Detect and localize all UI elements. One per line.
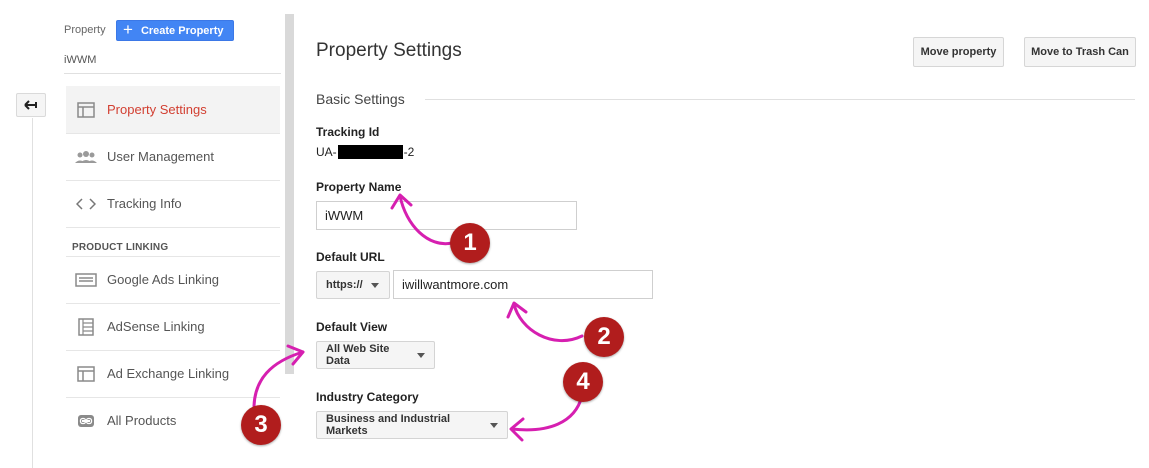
- sidebar-item-ad-exchange-linking[interactable]: Ad Exchange Linking: [66, 350, 280, 397]
- annotation-badge-3: 3: [241, 405, 281, 445]
- annotation-arrowhead-2: [506, 301, 528, 319]
- sidebar-scrollbar[interactable]: [285, 14, 294, 374]
- rail-line: [32, 118, 33, 468]
- sidebar-item-user-management[interactable]: User Management: [66, 133, 280, 180]
- page-title: Property Settings: [316, 40, 462, 61]
- sidebar-item-label: All Products: [107, 413, 177, 428]
- tracking-id-prefix: UA-: [316, 145, 337, 159]
- adsense-icon: [74, 317, 98, 337]
- sidebar-item-label: Tracking Info: [107, 196, 182, 211]
- sidebar-item-tracking-info[interactable]: Tracking Info: [66, 180, 280, 227]
- ad-exchange-icon: [74, 364, 98, 384]
- chevron-down-icon: [490, 422, 498, 428]
- property-label: Property: [64, 24, 106, 36]
- create-property-label: Create Property: [140, 24, 224, 37]
- property-settings-icon: [74, 100, 98, 120]
- divider: [64, 73, 281, 74]
- back-arrow-icon: [24, 100, 37, 110]
- default-url-label: Default URL: [316, 250, 385, 264]
- sidebar-item-property-settings[interactable]: Property Settings: [66, 86, 280, 133]
- sidebar-item-google-ads-linking[interactable]: Google Ads Linking: [66, 256, 280, 303]
- chevron-down-icon: [370, 282, 379, 288]
- sidebar-item-label: Google Ads Linking: [107, 272, 220, 287]
- sidebar-item-label: Ad Exchange Linking: [107, 366, 230, 381]
- annotation-arrowhead-4: [509, 417, 525, 442]
- sidebar-item-label: Property Settings: [107, 102, 207, 117]
- default-view-label: Default View: [316, 320, 388, 334]
- protocol-dropdown[interactable]: https://: [316, 271, 390, 299]
- back-arrow-button[interactable]: [16, 93, 46, 117]
- divider: [425, 99, 1135, 100]
- divider: [66, 227, 280, 228]
- create-property-button[interactable]: + Create Property: [116, 20, 234, 41]
- google-ads-icon: [74, 270, 98, 290]
- section-heading-basic-settings: Basic Settings: [316, 91, 405, 107]
- default-url-input[interactable]: iwillwantmore.com: [393, 270, 653, 299]
- sidebar-item-label: User Management: [107, 149, 214, 164]
- chevron-down-icon: [417, 352, 425, 358]
- tracking-id-suffix: -2: [403, 145, 415, 159]
- property-selector[interactable]: iWWM: [64, 54, 96, 66]
- plus-icon: +: [123, 20, 133, 39]
- industry-category-dropdown[interactable]: Business and Industrial Markets: [316, 411, 508, 439]
- move-property-button[interactable]: Move property: [913, 37, 1004, 67]
- sidebar-item-label: AdSense Linking: [107, 319, 205, 334]
- industry-category-label: Industry Category: [316, 390, 419, 404]
- annotation-badge-1: 1: [450, 223, 490, 263]
- code-icon: [74, 194, 98, 214]
- section-heading-product-linking: PRODUCT LINKING: [72, 242, 169, 253]
- industry-category-value: Business and Industrial Markets: [326, 413, 451, 437]
- annotation-badge-2: 2: [584, 317, 624, 357]
- annotation-arrow-4: [510, 394, 584, 432]
- link-icon: [74, 411, 98, 431]
- annotation-badge-4: 4: [563, 362, 603, 402]
- users-icon: [74, 147, 98, 167]
- annotation-arrow-2: [512, 302, 584, 343]
- move-to-trash-button[interactable]: Move to Trash Can: [1024, 37, 1136, 67]
- property-name-input[interactable]: iWWM: [316, 201, 577, 230]
- default-view-value: All Web Site Data: [326, 343, 390, 367]
- protocol-value: https://: [326, 279, 363, 291]
- tracking-id-label: Tracking Id: [316, 125, 380, 139]
- redaction-bar: [337, 145, 403, 159]
- property-name-label: Property Name: [316, 180, 402, 194]
- tracking-id-value: UA- -2: [316, 145, 414, 159]
- default-view-dropdown[interactable]: All Web Site Data: [316, 341, 435, 369]
- sidebar-item-adsense-linking[interactable]: AdSense Linking: [66, 303, 280, 350]
